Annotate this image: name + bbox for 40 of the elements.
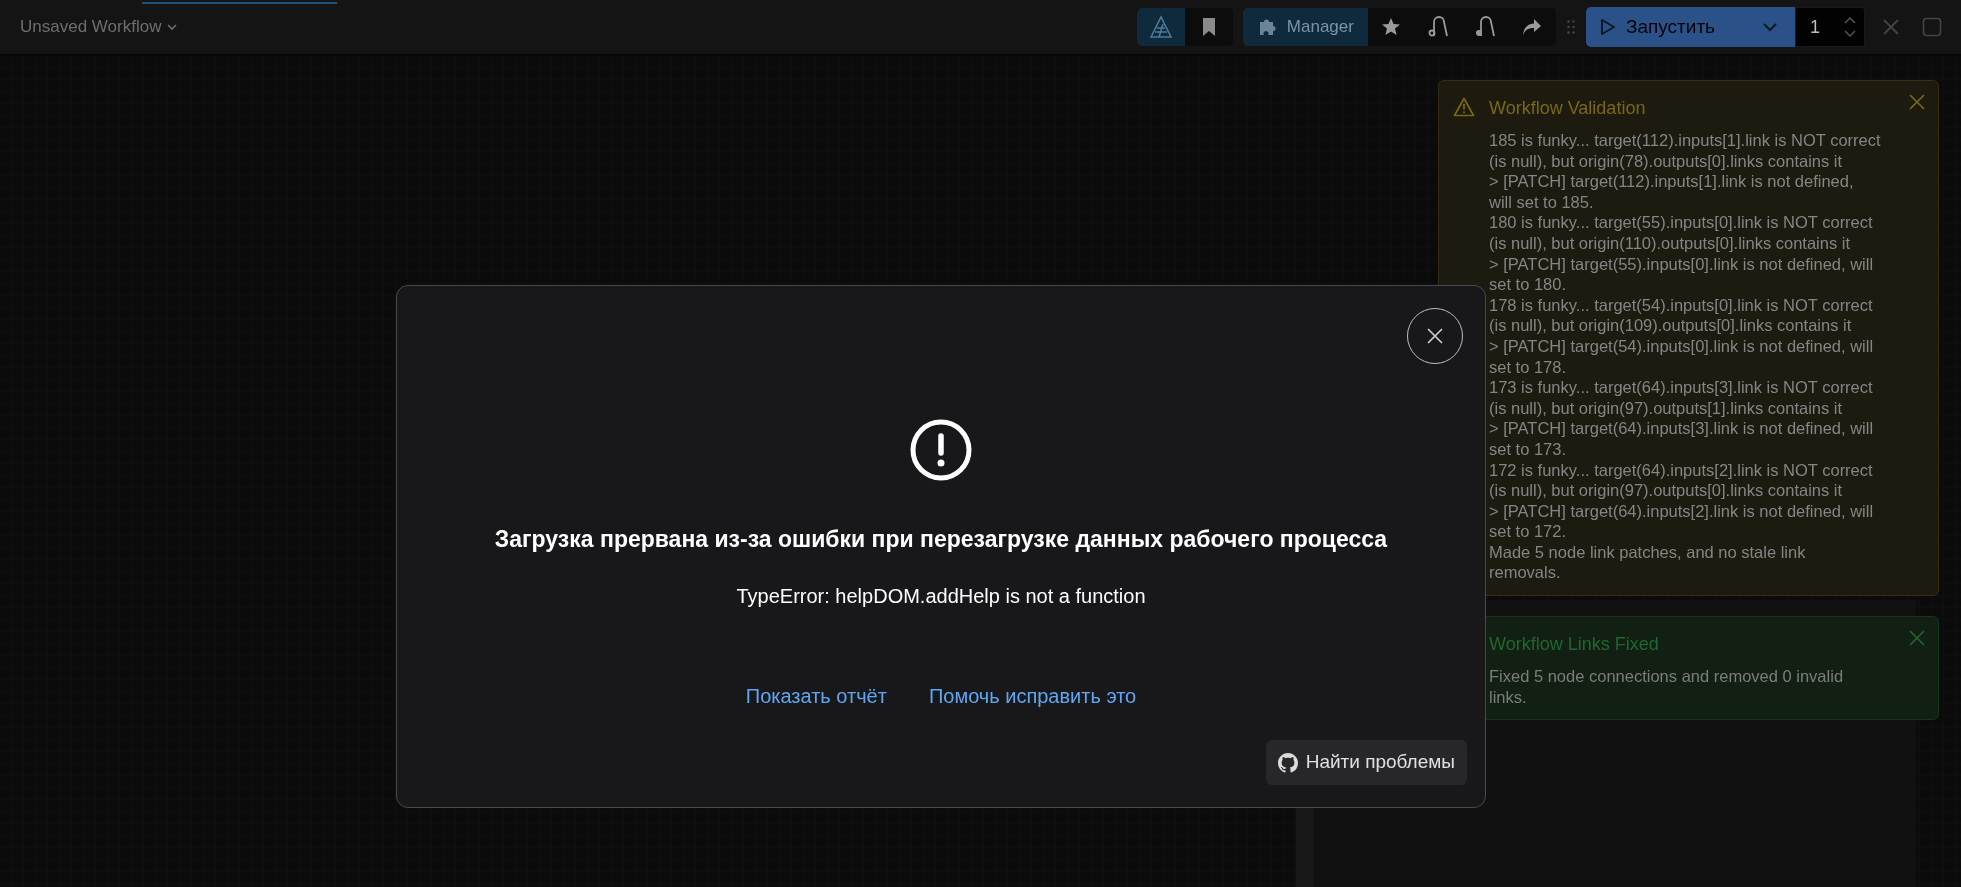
manager-button[interactable]: Manager <box>1242 8 1368 46</box>
toast-message: Made 5 node link patches, and no stale link removals. <box>1489 541 1807 584</box>
dialog-title: Загрузка прервана из-за ошибки при перезагрузке данных рабочего процесса <box>494 525 1388 554</box>
logo-icon <box>1147 14 1174 40</box>
toast-message: > [PATCH] target(54).inputs[0].link is not defined, will set to 178. <box>1489 335 1875 378</box>
github-icon <box>1277 752 1298 773</box>
close-icon <box>1882 18 1900 36</box>
chevron-down-icon <box>1762 22 1778 32</box>
square-icon <box>1922 17 1942 37</box>
warning-icon <box>1453 97 1475 117</box>
toast-message: 172 is funky... target(64).inputs[2].link is NOT correct (is null), but origin(97).outputs[0].links contains it <box>1489 459 1874 501</box>
toast-message: > [PATCH] target(55).inputs[0].link is not defined, will set to 180. <box>1489 253 1875 295</box>
stepper-icon <box>1844 15 1856 39</box>
bookmark-icon <box>1200 17 1217 37</box>
toast-message: 180 is funky... target(55).inputs[0].link is NOT correct (is null), but origin(110).outputs[0].links contains it <box>1489 212 1874 254</box>
toast-message: 178 is funky... target(54).inputs[0].link is NOT correct (is null), but origin(109).outputs[0].links contains it <box>1489 294 1874 336</box>
batch-count-field[interactable]: 1 <box>1795 7 1865 47</box>
toast-message: 173 is funky... target(64).inputs[3].link is NOT correct (is null), but origin(97).outputs[1].links contains it <box>1489 377 1874 419</box>
toast-title: Workflow Validation <box>1489 97 1647 120</box>
toast-message: > [PATCH] target(64).inputs[2].link is not defined, will set to 172. <box>1489 500 1875 542</box>
close-icon <box>1909 630 1925 647</box>
close-icon <box>1909 94 1925 110</box>
toast-message: > [PATCH] target(64).inputs[3].link is not defined, will set to 173. <box>1489 418 1875 460</box>
find-issues-button[interactable]: Найти проблемы <box>1265 740 1467 785</box>
logo-button[interactable] <box>1136 8 1185 46</box>
toast-message: 185 is funky... target(112).inputs[1].link is NOT correct (is null), but origin(78).outputs[0].links contains it <box>1489 130 1881 172</box>
workflow-menu[interactable]: Unsaved Workflow <box>20 14 178 40</box>
star-icon <box>1381 17 1402 37</box>
toast-message: > [PATCH] target(112).inputs[1].link is not defined, will set to 185. <box>1489 171 1855 213</box>
close-icon <box>1426 327 1444 345</box>
play-icon <box>1599 18 1616 36</box>
chevron-down-icon <box>167 23 178 31</box>
dialog-link[interactable]: Показать отчёт <box>745 680 887 711</box>
share-icon <box>1522 18 1543 36</box>
exclamation-icon <box>909 418 973 482</box>
drag-handle-icon <box>1566 20 1575 34</box>
error-message: TypeError: helpDOM.addHelp is not a function <box>736 583 1146 609</box>
dialog-link[interactable]: Помочь исправить это <box>928 680 1137 711</box>
toast-title: Workflow Links Fixed <box>1489 633 1660 657</box>
toast-message: Fixed 5 node connections and removed 0 invalid links. <box>1489 666 1845 708</box>
